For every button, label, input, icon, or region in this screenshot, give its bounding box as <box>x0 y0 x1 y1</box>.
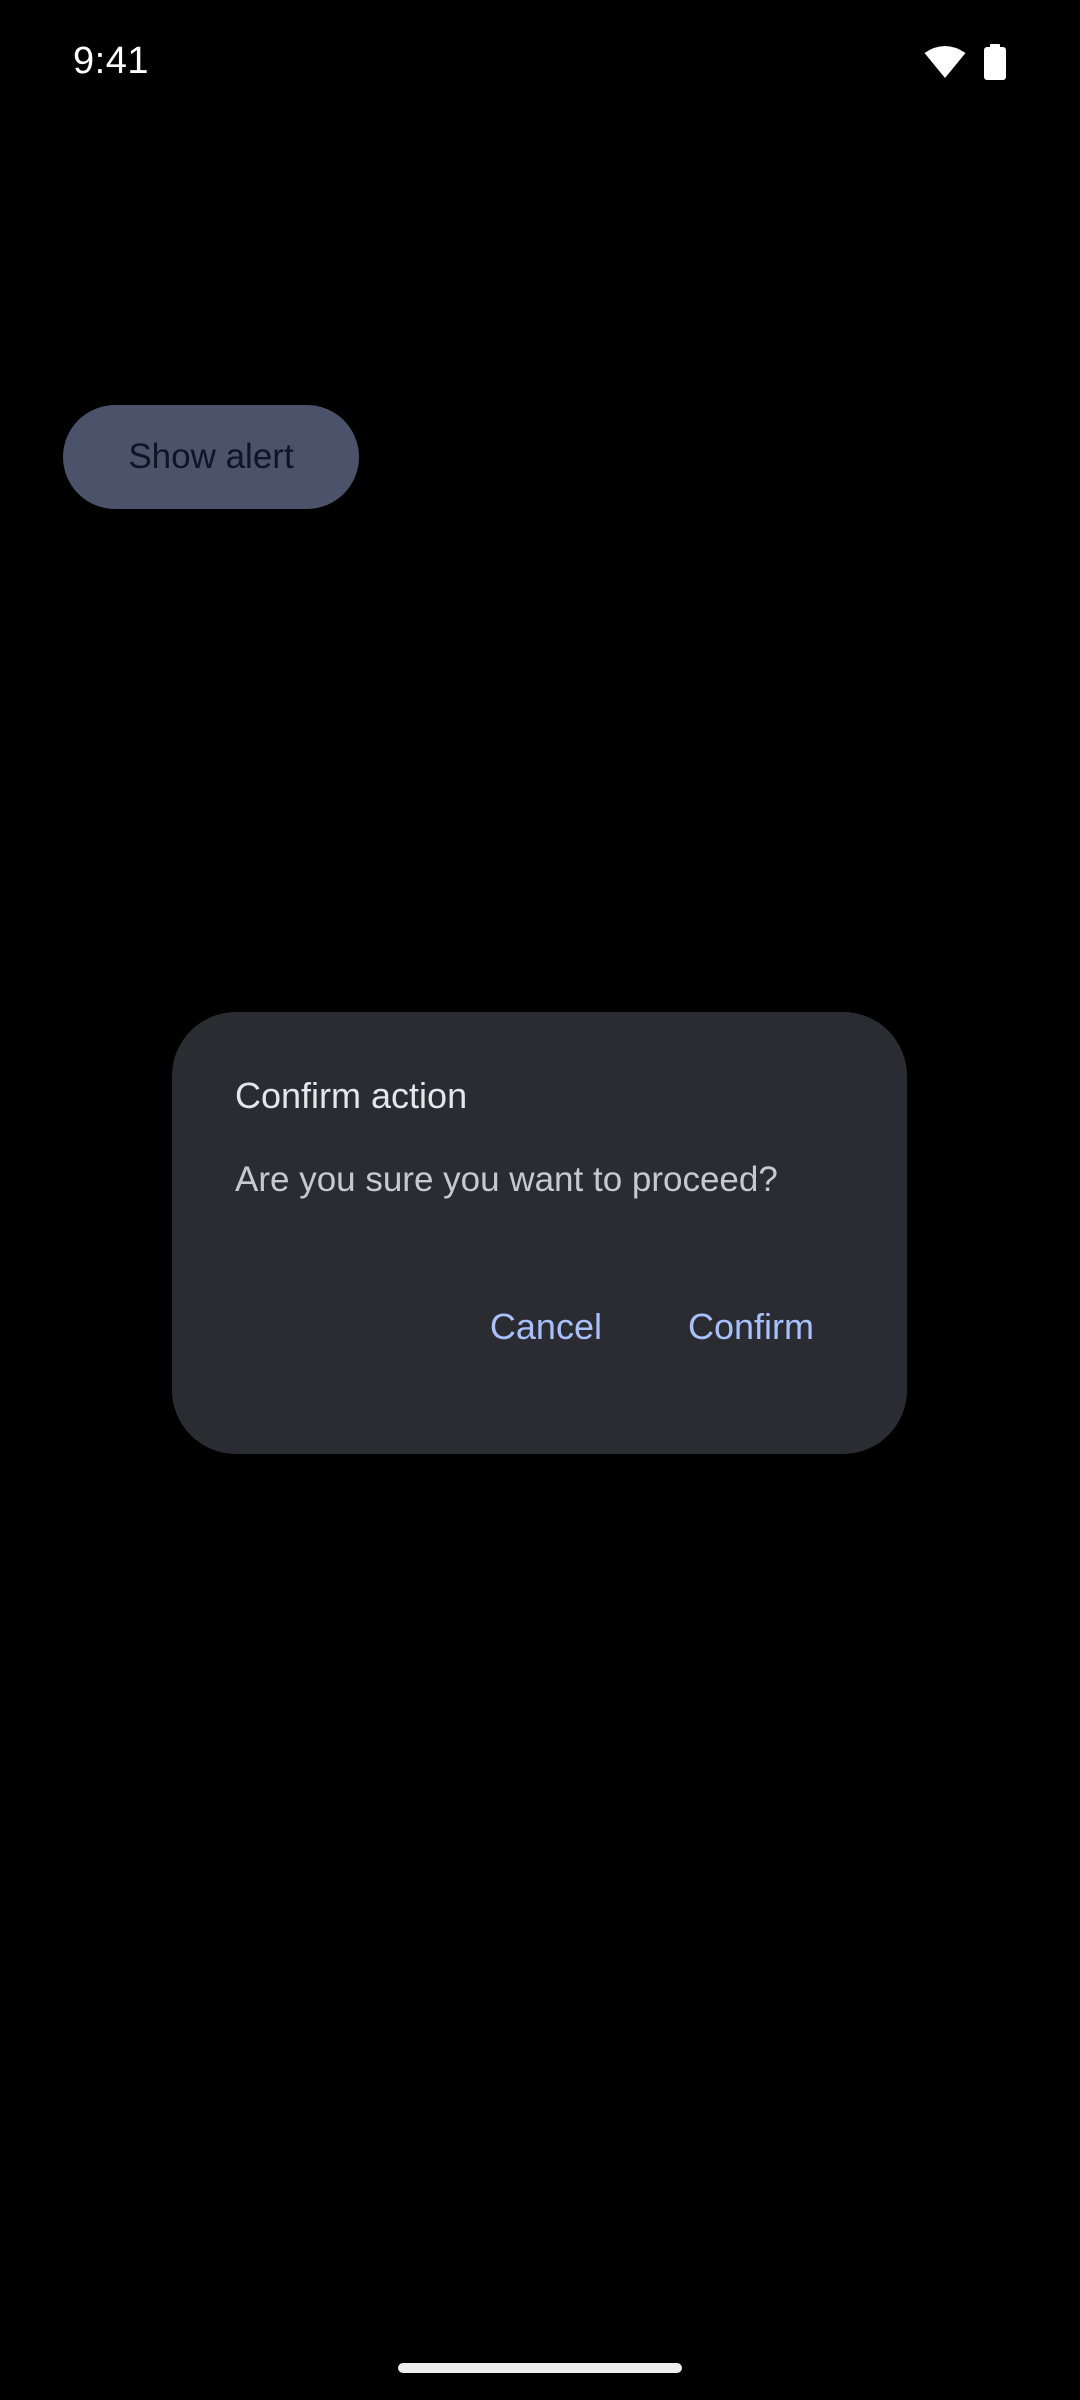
dialog-message: Are you sure you want to proceed? <box>235 1160 778 1199</box>
cancel-button[interactable]: Cancel <box>468 1286 624 1368</box>
status-icons <box>924 44 1006 80</box>
wifi-icon <box>924 45 966 79</box>
status-time: 9:41 <box>73 40 149 82</box>
dialog-title: Confirm action <box>235 1075 468 1116</box>
dialog-actions: Cancel Confirm <box>468 1282 907 1372</box>
battery-icon <box>984 44 1006 80</box>
confirm-dialog: Confirm action Are you sure you want to … <box>172 1012 907 1454</box>
status-bar: 9:41 <box>0 0 1080 130</box>
home-gesture-bar[interactable] <box>398 2363 682 2373</box>
show-alert-button[interactable]: Show alert <box>63 405 359 509</box>
screen: 9:41 Show alert Confirm action Are you s… <box>0 0 1080 2400</box>
confirm-button[interactable]: Confirm <box>666 1286 836 1368</box>
